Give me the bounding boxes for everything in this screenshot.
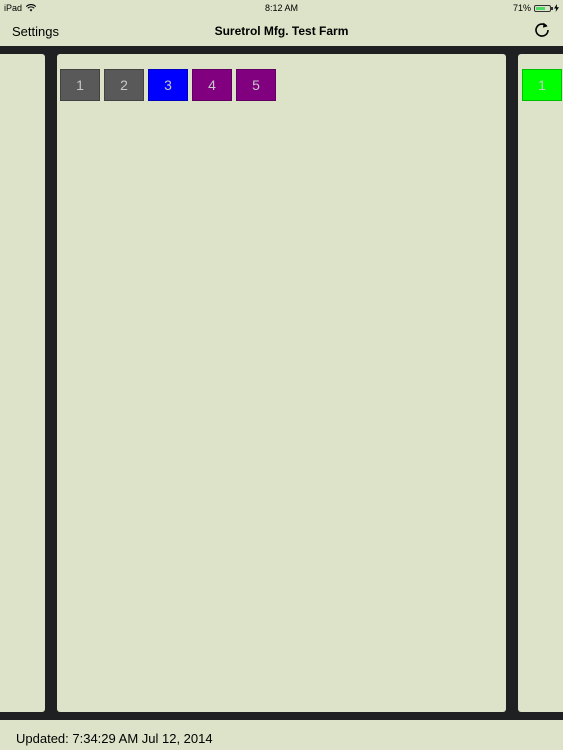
status-time: 8:12 AM xyxy=(264,3,299,13)
battery-icon xyxy=(534,4,553,12)
battery-nub xyxy=(551,6,553,10)
nav-bar: Settings Suretrol Mfg. Test Farm xyxy=(0,16,563,46)
status-right: 71% xyxy=(513,3,559,13)
panel-right[interactable]: 1 xyxy=(518,54,563,712)
updated-timestamp: Updated: 7:34:29 AM Jul 12, 2014 xyxy=(16,731,213,746)
status-bar: iPad 8:12 AM 71% xyxy=(0,0,563,16)
charging-bolt-icon xyxy=(554,4,559,12)
battery-fill xyxy=(536,6,546,10)
zone-button-right-1[interactable]: 1 xyxy=(522,69,562,101)
zone-button-2[interactable]: 2 xyxy=(104,69,144,101)
footer: Updated: 7:34:29 AM Jul 12, 2014 xyxy=(0,720,563,750)
panel-scroll-area[interactable]: 1 2 3 4 5 1 xyxy=(0,46,563,720)
zone-button-5[interactable]: 5 xyxy=(236,69,276,101)
zone-button-4[interactable]: 4 xyxy=(192,69,232,101)
panel-left[interactable] xyxy=(0,54,45,712)
zone-button-1[interactable]: 1 xyxy=(60,69,100,101)
battery-percent: 71% xyxy=(512,3,531,13)
refresh-icon[interactable] xyxy=(533,21,551,39)
zone-button-3[interactable]: 3 xyxy=(148,69,188,101)
panel-center[interactable]: 1 2 3 4 5 xyxy=(57,54,506,712)
page-title: Suretrol Mfg. Test Farm xyxy=(214,24,349,38)
